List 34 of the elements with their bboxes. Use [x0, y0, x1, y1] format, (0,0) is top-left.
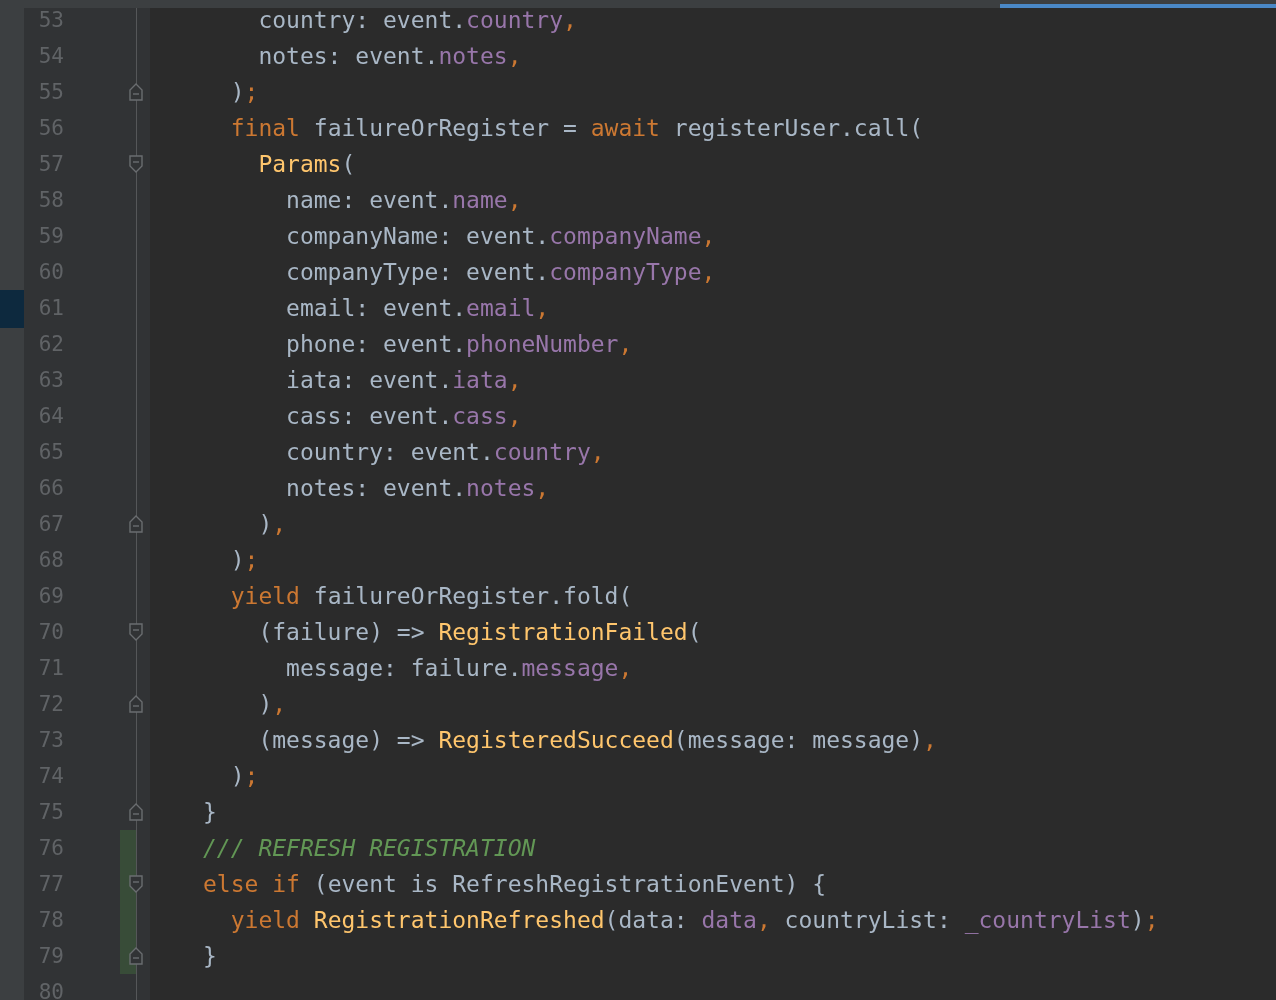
code-line: iata: event.iata,	[285, 366, 522, 395]
code-line: notes: event.notes,	[285, 474, 550, 503]
code-line: yield RegistrationRefreshed(data: data, countryList: _countryList);	[229, 906, 1159, 936]
code-line: );	[229, 762, 259, 791]
code-line: }	[203, 798, 217, 827]
code-line: notes: event.notes,	[257, 42, 522, 71]
code-line: companyName: event.companyName,	[285, 222, 716, 251]
code-line: ),	[257, 510, 287, 539]
code-line: yield failureOrRegister.fold(	[229, 582, 633, 611]
code-line: ),	[257, 690, 287, 719]
code-line: );	[229, 78, 259, 107]
code-line: /// REFRESH REGISTRATION	[203, 834, 536, 863]
unfold-icon[interactable]	[129, 803, 143, 821]
code-line: final failureOrRegister = await registerUser.call(	[229, 114, 924, 143]
code-line: }	[203, 942, 217, 971]
code-line: );	[229, 546, 259, 575]
code-line: email: event.email,	[285, 294, 550, 323]
code-line: else if (event is RefreshRegistrationEvent) {	[203, 870, 827, 899]
fold-icon[interactable]	[129, 623, 143, 641]
fold-icon[interactable]	[129, 875, 143, 893]
code-line: companyType: event.companyType,	[285, 258, 716, 287]
unfold-icon[interactable]	[129, 515, 143, 533]
code-line: name: event.name,	[285, 186, 522, 215]
code-line: (message) => RegisteredSucceed(message: message),	[257, 726, 937, 755]
code-line: phone: event.phoneNumber,	[285, 330, 633, 359]
unfold-icon[interactable]	[129, 695, 143, 713]
fold-icon[interactable]	[129, 155, 143, 173]
code-line: cass: event.cass,	[285, 402, 522, 431]
unfold-icon[interactable]	[129, 83, 143, 101]
code-line: message: failure.message,	[285, 654, 633, 683]
code-line: country: event.country,	[285, 438, 605, 467]
code-line: country: event.country,	[257, 6, 577, 35]
code-line: Params(	[257, 150, 356, 179]
code-line: (failure) => RegistrationFailed(	[257, 618, 702, 647]
